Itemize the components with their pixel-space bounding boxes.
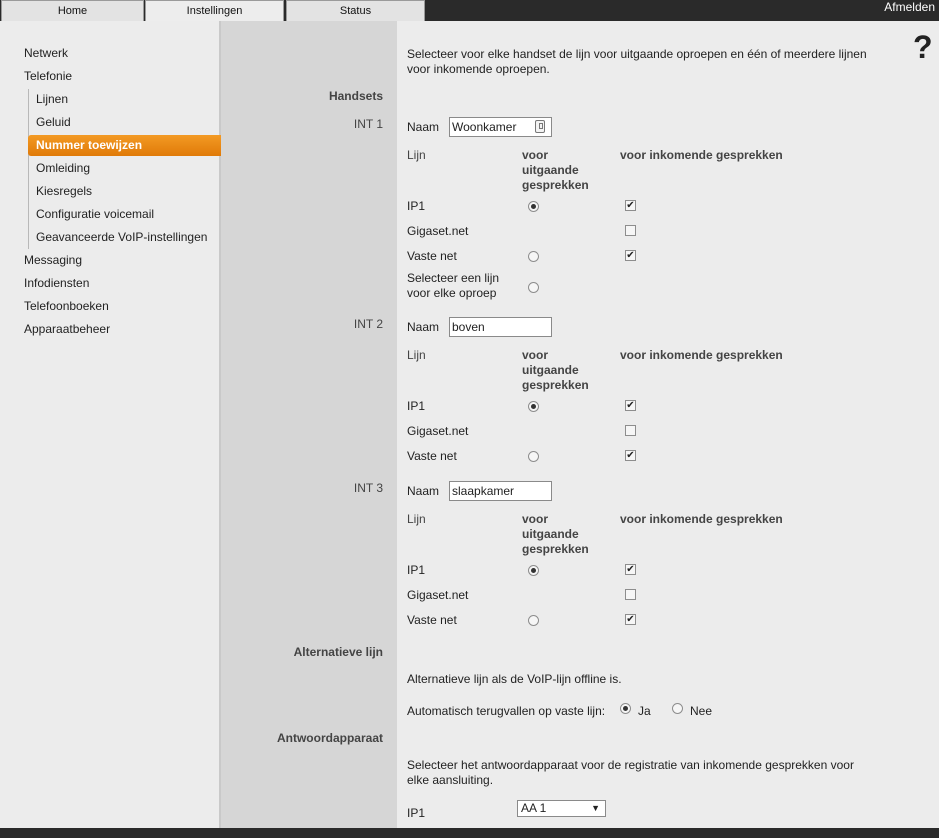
alt-line-description: Alternatieve lijn als de VoIP-lijn offli… (407, 672, 622, 686)
alt-fallback-no-label: Nee (690, 704, 713, 718)
int3-in-gigaset-checkbox[interactable] (625, 589, 636, 600)
logout-link[interactable]: Afmelden (884, 0, 935, 14)
sidebar-item-phonebooks[interactable]: Telefoonboeken (24, 296, 109, 316)
int1-in-ip1-checkbox[interactable]: ✔ (625, 200, 636, 211)
int3-label: INT 3 (353, 481, 383, 495)
int3-in-ip1-checkbox[interactable]: ✔ (625, 564, 636, 575)
int2-in-fixed-checkbox[interactable]: ✔ (625, 450, 636, 461)
int2-col-in: voor inkomende gesprekken (620, 348, 783, 362)
am-description-2: elke aansluiting. (407, 773, 494, 787)
sidebar-item-info-services[interactable]: Infodiensten (24, 273, 89, 293)
int1-select-each-2: voor elke oproep (407, 286, 497, 300)
int2-col-out-2: uitgaande (522, 363, 579, 377)
int3-col-line: Lijn (407, 512, 426, 526)
int2-out-fixed-radio[interactable] (528, 451, 539, 462)
int1-out-ip1-radio[interactable] (528, 201, 539, 212)
help-icon[interactable]: ? (913, 30, 933, 64)
intro-text-line2: voor inkomende oproepen. (407, 62, 550, 76)
int2-name-input[interactable]: boven (449, 317, 552, 337)
int2-in-ip1-checkbox[interactable]: ✔ (625, 400, 636, 411)
int1-line-ip1: IP1 (407, 199, 426, 213)
int1-select-each-1: Selecteer een lijn (407, 271, 500, 285)
sidebar-item-number-assign[interactable]: Nummer toewijzen (28, 135, 225, 156)
int3-line-fixed: Vaste net (407, 613, 457, 627)
int2-name-label: Naam (407, 320, 440, 334)
int3-name-label: Naam (407, 484, 440, 498)
int2-out-ip1-radio[interactable] (528, 401, 539, 412)
int3-col-in: voor inkomende gesprekken (620, 512, 783, 526)
sidebar-item-label: Nummer toewijzen (36, 138, 143, 152)
int3-out-ip1-radio[interactable] (528, 565, 539, 576)
chevron-down-icon: ▼ (591, 803, 600, 813)
int1-in-gigaset-checkbox[interactable] (625, 225, 636, 236)
int2-in-gigaset-checkbox[interactable] (625, 425, 636, 436)
sidebar-item-voicemail-config[interactable]: Configuratie voicemail (36, 204, 154, 224)
int2-line-ip1: IP1 (407, 399, 426, 413)
sidebar-item-telephony[interactable]: Telefonie (24, 66, 72, 86)
am-select-value: AA 1 (521, 801, 547, 815)
intro-text-line1: Selecteer voor elke handset de lijn voor… (407, 47, 867, 61)
alt-fallback-label: Automatisch terugvallen op vaste lijn: (407, 704, 606, 718)
sidebar-item-forwarding[interactable]: Omleiding (36, 158, 90, 178)
am-description-1: Selecteer het antwoordapparaat voor de r… (407, 758, 854, 772)
int3-line-gigaset: Gigaset.net (407, 588, 469, 602)
int3-name-input[interactable]: slaapkamer (449, 481, 552, 501)
int3-col-out-3: gesprekken (522, 542, 589, 556)
sidebar-item-lines[interactable]: Lijnen (36, 89, 68, 109)
tab-status[interactable]: Status (286, 0, 425, 21)
alt-fallback-yes-radio[interactable] (620, 703, 631, 714)
tab-settings[interactable]: Instellingen (145, 0, 284, 23)
alt-fallback-no-radio[interactable] (672, 703, 683, 714)
contact-card-icon[interactable] (535, 120, 545, 133)
am-line-label: IP1 (407, 806, 426, 820)
int2-line-gigaset: Gigaset.net (407, 424, 469, 438)
int1-line-gigaset: Gigaset.net (407, 224, 469, 238)
int3-out-fixed-radio[interactable] (528, 615, 539, 626)
int1-line-fixed: Vaste net (407, 249, 457, 263)
am-select[interactable]: AA 1 ▼ (517, 800, 606, 817)
int2-col-line: Lijn (407, 348, 426, 362)
sidebar-item-dial-rules[interactable]: Kiesregels (36, 181, 92, 201)
int1-col-line: Lijn (407, 148, 426, 162)
int1-out-fixed-radio[interactable] (528, 251, 539, 262)
alt-fallback-yes-label: Ja (638, 704, 651, 718)
footer-bar (0, 828, 939, 838)
section-answering-machine: Antwoordapparaat (276, 731, 383, 745)
int1-out-select-each-radio[interactable] (528, 282, 539, 293)
section-handsets: Handsets (328, 89, 383, 103)
submenu-guide-line (28, 89, 29, 249)
int3-line-ip1: IP1 (407, 563, 426, 577)
int3-col-out-1: voor (522, 512, 549, 526)
int1-label: INT 1 (353, 117, 383, 131)
int1-col-out-2: uitgaande (522, 163, 579, 177)
int2-label: INT 2 (353, 317, 383, 331)
int2-col-out-1: voor (522, 348, 549, 362)
int1-col-out-3: gesprekken (522, 178, 589, 192)
sidebar-item-device-management[interactable]: Apparaatbeheer (24, 319, 110, 339)
sidebar-item-advanced-voip[interactable]: Geavanceerde VoIP-instellingen (36, 227, 207, 247)
section-alt-line: Alternatieve lijn (293, 645, 383, 659)
int2-col-out-3: gesprekken (522, 378, 589, 392)
sidebar-item-sound[interactable]: Geluid (36, 112, 71, 132)
sidebar-item-network[interactable]: Netwerk (24, 43, 68, 63)
int1-name-label: Naam (407, 120, 440, 134)
int3-in-fixed-checkbox[interactable]: ✔ (625, 614, 636, 625)
int2-line-fixed: Vaste net (407, 449, 457, 463)
tab-home[interactable]: Home (1, 0, 144, 21)
sidebar-item-messaging[interactable]: Messaging (24, 250, 82, 270)
int3-col-out-2: uitgaande (522, 527, 579, 541)
int1-col-in: voor inkomende gesprekken (620, 148, 783, 162)
int1-col-out-1: voor (522, 148, 549, 162)
int1-in-fixed-checkbox[interactable]: ✔ (625, 250, 636, 261)
